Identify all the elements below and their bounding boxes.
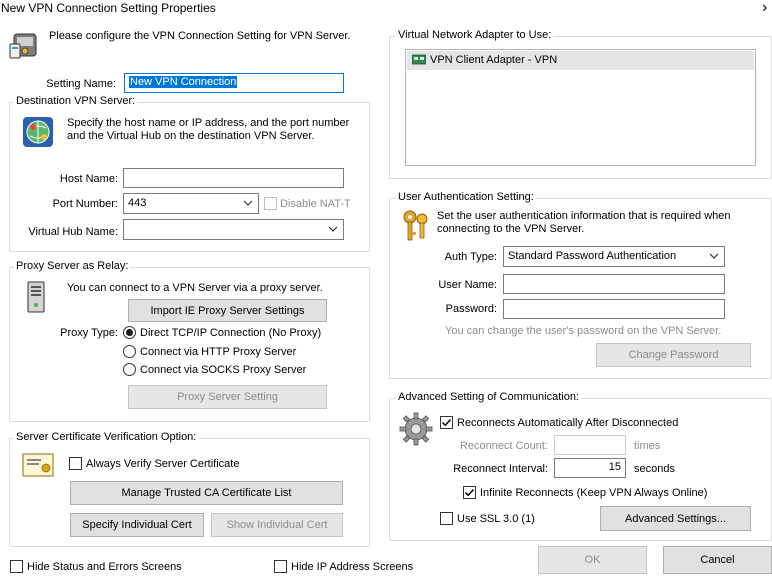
checkmark-icon [441,418,452,427]
advanced-settings-button[interactable]: Advanced Settings... [600,506,751,531]
reconnect-interval-input[interactable]: 15 [554,458,626,478]
virtual-hub-select[interactable] [123,219,344,240]
reconnect-checkbox[interactable] [440,416,453,429]
adapter-list[interactable]: VPN Client Adapter - VPN [405,49,756,166]
proxy-direct-radio[interactable] [123,326,136,339]
host-name-input[interactable] [123,168,344,188]
specify-cert-button[interactable]: Specify Individual Cert [70,513,204,537]
hide-status-checkbox[interactable] [10,560,23,573]
proxy-direct-label: Direct TCP/IP Connection (No Proxy) [140,327,322,339]
infinite-reconnect-label: Infinite Reconnects (Keep VPN Always Onl… [480,487,708,499]
auth-type-value: Standard Password Authentication [508,250,677,262]
proxy-http-label: Connect via HTTP Proxy Server [140,346,297,358]
change-password-button[interactable]: Change Password [596,343,751,367]
port-number-label: Port Number: [52,198,118,210]
proxy-type-label: Proxy Type: [60,327,118,339]
password-label: Password: [445,303,497,315]
advanced-title: Advanced Setting of Communication: [396,391,581,403]
window-title: New VPN Connection Setting Properties [1,1,216,15]
always-verify-label: Always Verify Server Certificate [86,458,240,470]
proxy-socks-radio[interactable] [123,363,136,376]
destination-description: Specify the host name or IP address, and… [67,117,350,142]
cancel-button[interactable]: Cancel [663,546,772,574]
proxy-description: You can connect to a VPN Server via a pr… [67,282,323,294]
port-number-value: 443 [128,197,147,209]
adapter-item-label: VPN Client Adapter - VPN [430,54,558,66]
setting-name-value: New VPN Connection [129,76,238,88]
chevron-down-icon [709,253,719,259]
reconnect-interval-value: 15 [608,461,621,473]
keys-icon [400,208,432,244]
setting-name-label: Setting Name: [46,78,116,90]
chevron-down-icon [243,200,253,206]
virtual-hub-label: Virtual Hub Name: [28,226,118,238]
password-input[interactable] [503,299,725,319]
close-icon[interactable]: › [762,0,767,17]
auth-description: Set the user authentication information … [437,210,731,235]
cert-title: Server Certificate Verification Option: [14,431,199,443]
reconnect-count-label: Reconnect Count: [459,440,548,452]
gear-icon [399,412,433,446]
proxy-title: Proxy Server as Relay: [14,260,131,272]
auth-title: User Authentication Setting: [396,191,536,203]
reconnect-count-unit: times [634,440,661,452]
adapter-list-item[interactable]: VPN Client Adapter - VPN [407,51,754,70]
port-number-select[interactable]: 443 [123,193,259,214]
always-verify-checkbox[interactable] [69,457,82,470]
proxy-server-setting-button[interactable]: Proxy Server Setting [128,385,327,409]
auth-type-label: Auth Type: [444,251,497,263]
hide-ip-label: Hide IP Address Screens [291,561,414,573]
user-name-label: User Name: [438,279,497,291]
disable-nat-checkbox[interactable] [264,197,277,210]
infinite-reconnect-checkbox[interactable] [463,486,476,499]
reconnect-interval-label: Reconnect Interval: [453,463,548,475]
hide-ip-checkbox[interactable] [274,560,287,573]
use-ssl3-label: Use SSL 3.0 (1) [457,513,535,525]
setting-name-input[interactable]: New VPN Connection [124,73,344,93]
show-cert-button[interactable]: Show Individual Cert [211,513,343,537]
import-ie-proxy-button[interactable]: Import IE Proxy Server Settings [128,299,327,322]
ok-button[interactable]: OK [538,546,647,574]
reconnect-interval-unit: seconds [634,463,675,475]
adapter-title: Virtual Network Adapter to Use: [396,29,554,41]
proxy-socks-label: Connect via SOCKS Proxy Server [140,364,307,376]
disable-nat-label: Disable NAT-T [280,198,351,210]
proxy-server-icon [24,281,50,315]
manage-ca-button[interactable]: Manage Trusted CA Certificate List [70,481,343,505]
password-hint: You can change the user's password on th… [445,325,722,337]
certificate-icon [22,452,54,478]
use-ssl3-checkbox[interactable] [440,512,453,525]
hide-status-label: Hide Status and Errors Screens [27,561,182,573]
destination-title: Destination VPN Server: [14,95,138,107]
intro-text: Please configure the VPN Connection Sett… [49,30,351,42]
user-name-input[interactable] [503,274,725,294]
reconnect-label: Reconnects Automatically After Disconnec… [457,417,679,429]
reconnect-count-input[interactable] [554,435,626,455]
network-adapter-icon [412,54,426,66]
chevron-down-icon [328,226,338,232]
proxy-http-radio[interactable] [123,345,136,358]
vpn-settings-icon [8,30,42,62]
host-name-label: Host Name: [59,173,118,185]
checkmark-icon [464,488,475,497]
auth-type-select[interactable]: Standard Password Authentication [503,246,725,267]
globe-server-icon [22,116,54,148]
radio-selected-dot [126,329,133,336]
